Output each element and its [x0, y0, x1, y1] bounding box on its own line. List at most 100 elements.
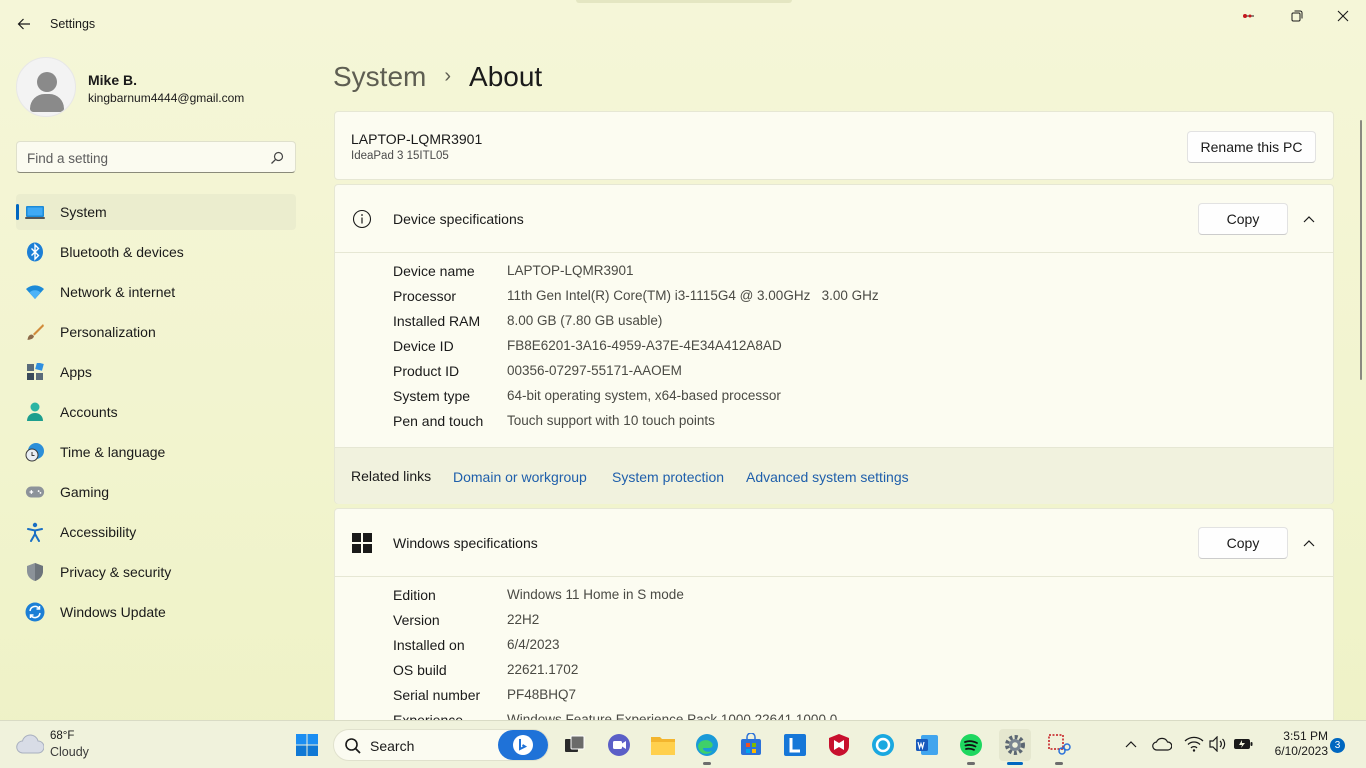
sidebar-item-network[interactable]: Network & internet: [16, 274, 296, 310]
sidebar-item-apps[interactable]: Apps: [16, 354, 296, 390]
bing-icon[interactable]: [498, 730, 548, 760]
search-icon: [344, 737, 362, 760]
sidebar-item-label: Bluetooth & devices: [60, 244, 184, 260]
sidebar-item-label: Gaming: [60, 484, 110, 500]
pc-name: LAPTOP-LQMR3901: [351, 131, 483, 147]
onedrive-icon[interactable]: [1151, 733, 1173, 755]
windows-specifications-card: Windows specifications Copy Edition Windo…: [334, 508, 1334, 738]
sidebar-item-label: Time & language: [60, 444, 166, 460]
sidebar-item-privacy[interactable]: Privacy & security: [16, 554, 296, 590]
restore-button[interactable]: [1274, 0, 1320, 32]
sidebar-item-label: Windows Update: [60, 604, 166, 620]
breadcrumb-parent[interactable]: System: [333, 61, 426, 93]
spec-value: 64-bit operating system, x64-based proce…: [507, 388, 781, 403]
l-app-icon[interactable]: [779, 729, 811, 761]
wifi-icon[interactable]: [1183, 733, 1205, 755]
search-box[interactable]: [16, 141, 296, 173]
settings-icon[interactable]: [999, 729, 1031, 765]
chevron-up-icon[interactable]: [1120, 733, 1142, 755]
chevron-up-icon[interactable]: [1299, 209, 1319, 229]
link-system-protection[interactable]: System protection: [612, 469, 724, 485]
spec-value: Windows 11 Home in S mode: [507, 587, 684, 602]
spec-value: 22621.1702: [507, 662, 579, 677]
chevron-up-icon[interactable]: [1299, 533, 1319, 553]
laptop-icon: [25, 202, 45, 222]
task-view-icon[interactable]: [559, 729, 591, 761]
copy-device-specs-button[interactable]: Copy: [1198, 203, 1288, 235]
clock[interactable]: 3:51 PM 6/10/2023: [1262, 729, 1328, 759]
sidebar-item-bluetooth[interactable]: Bluetooth & devices: [16, 234, 296, 270]
running-indicator: [1055, 762, 1063, 765]
word-icon[interactable]: [911, 729, 943, 761]
spec-key: System type: [393, 388, 471, 404]
spec-value: 11th Gen Intel(R) Core(TM) i3-1115G4 @ 3…: [507, 288, 879, 303]
rename-pc-button[interactable]: Rename this PC: [1187, 131, 1316, 163]
link-advanced-system-settings[interactable]: Advanced system settings: [746, 469, 909, 485]
apps-icon: [25, 362, 45, 382]
user-profile[interactable]: Mike B. kingbarnum4444@gmail.com: [16, 57, 306, 117]
sidebar-item-system[interactable]: System: [16, 194, 296, 230]
file-explorer-icon[interactable]: [647, 729, 679, 761]
info-icon: [351, 208, 373, 230]
taskbar-search[interactable]: Search: [333, 729, 549, 761]
sidebar-item-label: Privacy & security: [60, 564, 172, 580]
pc-model: IdeaPad 3 15ITL05: [351, 150, 449, 162]
close-button[interactable]: [1320, 0, 1366, 32]
taskbar: 68°F Cloudy Search 3:51 PM 6/10/2023 3: [0, 720, 1366, 768]
person-icon: [25, 402, 45, 422]
spotify-icon[interactable]: [955, 729, 987, 765]
spec-value: PF48BHQ7: [507, 687, 577, 702]
store-icon[interactable]: [735, 729, 767, 761]
start-icon[interactable]: [291, 729, 323, 761]
spec-value: 8.00 GB (7.80 GB usable): [507, 313, 663, 328]
sidebar-item-label: Network & internet: [60, 284, 176, 300]
sidebar-item-gaming[interactable]: Gaming: [16, 474, 296, 510]
volume-icon[interactable]: [1207, 733, 1229, 755]
spec-value: Touch support with 10 touch points: [507, 413, 715, 428]
user-email: kingbarnum4444@gmail.com: [88, 91, 245, 105]
spec-key: Device ID: [393, 338, 454, 354]
taskbar-search-label: Search: [370, 738, 415, 754]
spec-value: 6/4/2023: [507, 637, 560, 652]
weather-widget[interactable]: 68°F Cloudy: [16, 729, 116, 761]
spec-key: Processor: [393, 288, 457, 304]
edge-icon[interactable]: [691, 729, 723, 765]
copy-windows-specs-button[interactable]: Copy: [1198, 527, 1288, 559]
teams-icon[interactable]: [603, 729, 635, 761]
sidebar-item-windows-update[interactable]: Windows Update: [16, 594, 296, 630]
sidebar-item-label: Apps: [60, 364, 92, 380]
snipping-tool-icon[interactable]: [1043, 729, 1075, 765]
sidebar-item-time-language[interactable]: Time & language: [16, 434, 296, 470]
search-input[interactable]: [27, 148, 257, 168]
running-indicator: [703, 762, 711, 765]
sidebar-item-accessibility[interactable]: Accessibility: [16, 514, 296, 550]
link-domain-workgroup[interactable]: Domain or workgroup: [453, 469, 587, 485]
sidebar-item-personalization[interactable]: Personalization: [16, 314, 296, 350]
scrollbar[interactable]: [1360, 120, 1362, 380]
sidebar-item-accounts[interactable]: Accounts: [16, 394, 296, 430]
globe-clock-icon: [25, 442, 45, 462]
minimize-button[interactable]: [1226, 0, 1272, 32]
spec-key: Pen and touch: [393, 413, 484, 429]
spec-key: Serial number: [393, 687, 481, 703]
windows-logo-icon: [351, 532, 373, 554]
windows-specifications-header[interactable]: Windows specifications Copy: [335, 509, 1333, 577]
shield-icon: [25, 562, 45, 582]
cloud-icon: [16, 733, 45, 760]
breadcrumb-separator: ›: [444, 64, 452, 87]
search-icon[interactable]: [269, 150, 285, 166]
spec-value: FB8E6201-3A16-4959-A37E-4E34A412A8AD: [507, 338, 782, 353]
device-specifications-card: Device specifications Copy Device name LA…: [334, 184, 1334, 504]
battery-icon[interactable]: [1232, 733, 1254, 755]
notification-badge[interactable]: 3: [1330, 738, 1345, 753]
clock-time: 3:51 PM: [1283, 729, 1328, 743]
spec-key: Edition: [393, 587, 436, 603]
related-links-label: Related links: [351, 468, 432, 484]
alexa-icon[interactable]: [867, 729, 899, 761]
spec-value: 22H2: [507, 612, 540, 627]
page-title: About: [469, 61, 543, 92]
sidebar-item-label: Personalization: [60, 324, 156, 340]
device-specifications-header[interactable]: Device specifications Copy: [335, 185, 1333, 253]
back-button[interactable]: [12, 12, 36, 36]
mcafee-icon[interactable]: [823, 729, 855, 761]
